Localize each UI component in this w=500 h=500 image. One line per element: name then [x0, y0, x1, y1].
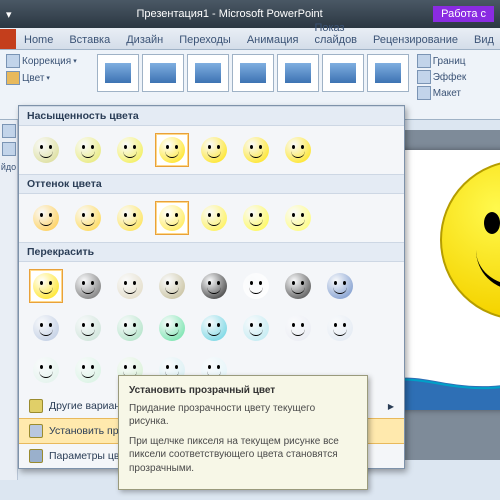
- saturation-row: [19, 126, 404, 174]
- tooltip: Установить прозрачный цвет Придание проз…: [118, 375, 368, 490]
- style-thumb[interactable]: [232, 54, 274, 92]
- color-swatch[interactable]: [29, 311, 63, 345]
- color-swatch[interactable]: [155, 269, 189, 303]
- color-swatch[interactable]: [71, 201, 105, 235]
- tab-transitions[interactable]: Переходы: [171, 31, 239, 49]
- title-bar: ▾ Презентация1 - Microsoft PowerPoint Ра…: [0, 0, 500, 28]
- color-swatch[interactable]: [71, 353, 105, 387]
- palette-icon: [29, 399, 43, 413]
- color-swatch[interactable]: [71, 133, 105, 167]
- color-swatch[interactable]: [197, 133, 231, 167]
- section-recolor: Перекрасить: [19, 242, 404, 262]
- gear-icon: [29, 449, 43, 463]
- correction-button[interactable]: Коррекция▾: [6, 54, 77, 68]
- color-swatch[interactable]: [197, 269, 231, 303]
- color-swatch[interactable]: [281, 133, 315, 167]
- tooltip-line: При щелчке пикселя на текущем рисунке вс…: [129, 435, 357, 476]
- clipped-label: йдо: [0, 162, 17, 172]
- color-swatch[interactable]: [113, 133, 147, 167]
- color-swatch[interactable]: [197, 311, 231, 345]
- color-swatch[interactable]: [155, 311, 189, 345]
- picture-border-button[interactable]: Границ: [417, 54, 467, 68]
- style-thumb[interactable]: [187, 54, 229, 92]
- color-button[interactable]: Цвет▾: [6, 71, 77, 85]
- color-swatch[interactable]: [29, 269, 63, 303]
- style-thumb[interactable]: [97, 54, 139, 92]
- color-swatch[interactable]: [29, 353, 63, 387]
- chevron-down-icon: ▾: [73, 57, 77, 65]
- eyedropper-icon: [29, 424, 43, 438]
- effects-icon: [417, 70, 431, 84]
- style-thumb[interactable]: [367, 54, 409, 92]
- color-label: Цвет: [22, 73, 44, 84]
- color-swatch[interactable]: [281, 311, 315, 345]
- window-title: Презентация1 - Microsoft PowerPoint: [26, 8, 433, 20]
- chevron-right-icon: ▶: [388, 402, 394, 411]
- tone-row: [19, 194, 404, 242]
- layout-icon: [417, 86, 431, 100]
- tab-design[interactable]: Дизайн: [118, 31, 171, 49]
- style-thumb[interactable]: [142, 54, 184, 92]
- picture-effects-button[interactable]: Эффек: [417, 70, 467, 84]
- effects-label: Эффек: [433, 72, 467, 83]
- picture-styles-gallery[interactable]: [97, 54, 409, 92]
- color-swatch[interactable]: [323, 311, 357, 345]
- ribbon-tabs: Home Вставка Дизайн Переходы Анимация По…: [0, 28, 500, 50]
- file-tab[interactable]: [0, 29, 16, 49]
- border-label: Границ: [433, 56, 466, 67]
- app-menu-icon[interactable]: ▾: [6, 8, 26, 21]
- tab-home[interactable]: Home: [16, 31, 61, 49]
- color-swatch[interactable]: [155, 201, 189, 235]
- tooltip-title: Установить прозрачный цвет: [129, 384, 357, 398]
- smiley-image[interactable]: [440, 160, 500, 320]
- color-swatch[interactable]: [113, 311, 147, 345]
- color-swatch[interactable]: [239, 311, 273, 345]
- color-swatch[interactable]: [239, 269, 273, 303]
- palette-icon: [6, 71, 20, 85]
- color-swatch[interactable]: [281, 201, 315, 235]
- color-swatch[interactable]: [29, 133, 63, 167]
- color-swatch[interactable]: [197, 201, 231, 235]
- border-icon: [417, 54, 431, 68]
- picture-layout-button[interactable]: Макет: [417, 86, 467, 100]
- tab-slideshow[interactable]: Показ слайдов: [306, 19, 365, 49]
- color-swatch[interactable]: [281, 269, 315, 303]
- tab-animation[interactable]: Анимация: [239, 31, 307, 49]
- color-swatch[interactable]: [71, 311, 105, 345]
- color-swatch[interactable]: [29, 201, 63, 235]
- style-thumb[interactable]: [322, 54, 364, 92]
- color-swatch[interactable]: [323, 269, 357, 303]
- tab-insert[interactable]: Вставка: [61, 31, 118, 49]
- tooltip-line: Придание прозрачности цвету текущего рис…: [129, 402, 357, 429]
- tool-icon[interactable]: [2, 142, 16, 156]
- layout-label: Макет: [433, 88, 461, 99]
- chevron-down-icon: ▾: [46, 74, 50, 82]
- left-pane-edge: йдо: [0, 120, 18, 480]
- section-tone: Оттенок цвета: [19, 174, 404, 194]
- sun-icon: [6, 54, 20, 68]
- tab-view[interactable]: Вид: [466, 31, 500, 49]
- section-saturation: Насыщенность цвета: [19, 106, 404, 126]
- tool-icon[interactable]: [2, 124, 16, 138]
- correction-label: Коррекция: [22, 56, 71, 67]
- color-swatch[interactable]: [239, 133, 273, 167]
- color-swatch[interactable]: [71, 269, 105, 303]
- color-swatch[interactable]: [155, 133, 189, 167]
- color-swatch[interactable]: [239, 201, 273, 235]
- contextual-tab[interactable]: Работа с: [433, 6, 494, 22]
- color-swatch[interactable]: [113, 201, 147, 235]
- style-thumb[interactable]: [277, 54, 319, 92]
- tab-review[interactable]: Рецензирование: [365, 31, 466, 49]
- color-swatch[interactable]: [113, 269, 147, 303]
- params-label: Параметры цве: [49, 450, 125, 462]
